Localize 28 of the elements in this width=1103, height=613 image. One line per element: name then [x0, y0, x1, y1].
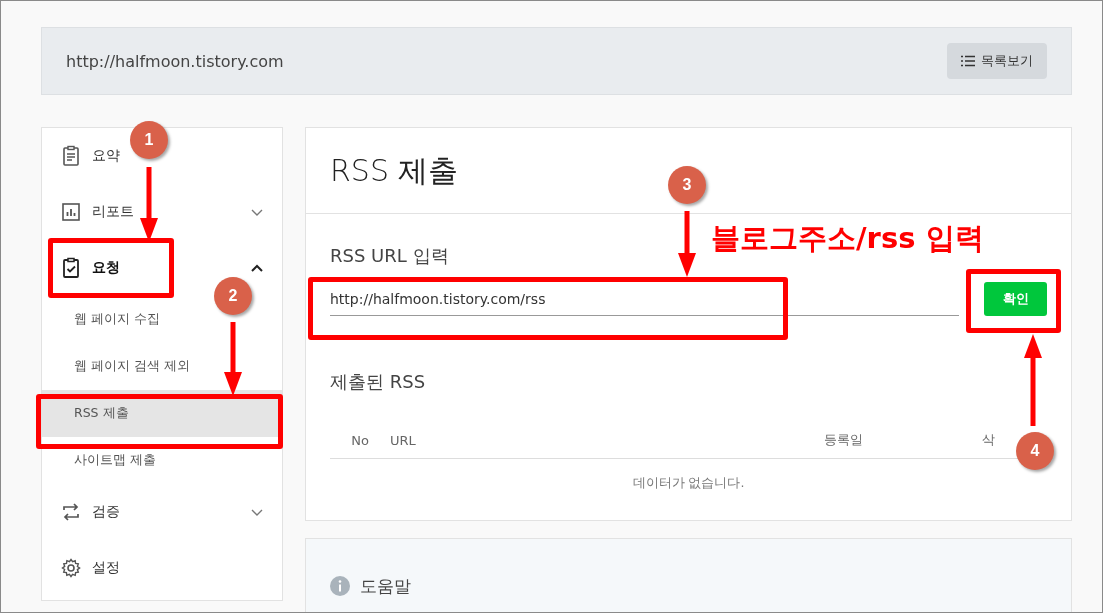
submenu-item[interactable]: 웹 페이지 검색 제외 — [42, 343, 282, 390]
list-icon — [961, 55, 975, 67]
sidebar-item[interactable]: 검증 — [60, 501, 120, 523]
sidebar-item[interactable]: 리포트 — [60, 201, 134, 223]
list-view-button[interactable]: 목록보기 — [947, 43, 1047, 79]
column-header: 등록일 — [824, 432, 863, 447]
column-header: No — [351, 432, 369, 448]
repeat-icon — [60, 501, 82, 523]
column-header: URL — [390, 432, 416, 448]
section-heading: 제출된 RSS — [330, 370, 427, 394]
sidebar-item[interactable]: 요청 — [60, 257, 120, 279]
info-icon — [330, 576, 350, 596]
settings-icon — [60, 557, 82, 579]
clipboard-check-icon — [60, 257, 82, 279]
chart-icon — [60, 201, 82, 223]
url-input-field[interactable]: http://halfmoon.tistory.com/rss — [330, 282, 959, 316]
sidebar-item[interactable]: 요약 — [60, 145, 120, 167]
annotation-caption: 블로그주소/rss 입력 — [711, 220, 984, 257]
section-heading: RSS URL 입력 — [330, 244, 450, 268]
empty-message: 데이터가 없습니다. — [632, 475, 745, 490]
page-title: RSS 제출 — [330, 152, 459, 190]
blog-url: http://halfmoon.tistory.com — [66, 51, 284, 71]
column-header: 삭 — [982, 432, 995, 447]
clipboard-icon — [60, 145, 82, 167]
submenu-item[interactable]: 사이트맵 제출 — [42, 437, 282, 484]
sidebar-item[interactable]: 설정 — [60, 557, 120, 579]
help-title: 도움말 — [360, 574, 411, 598]
arrow — [678, 211, 696, 277]
